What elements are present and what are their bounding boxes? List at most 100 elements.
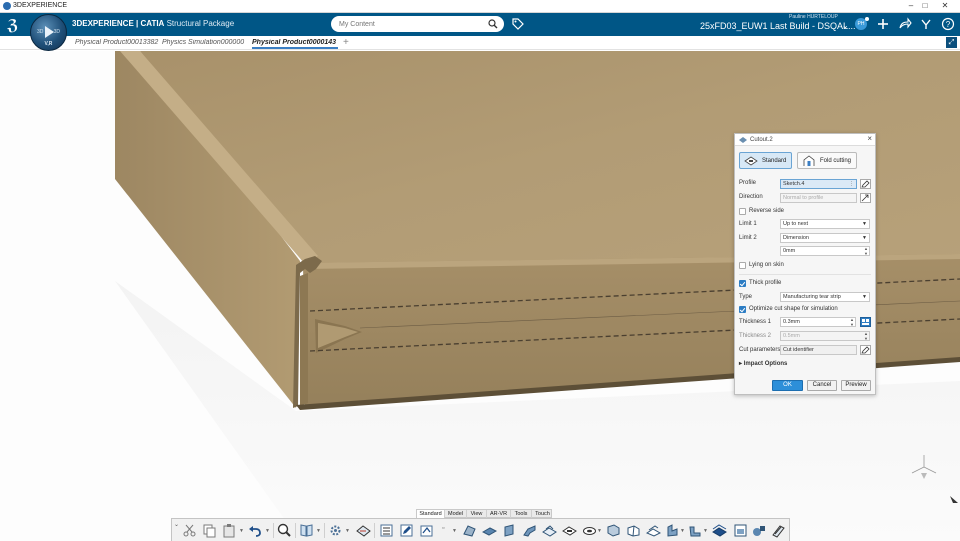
bend-icon[interactable]	[522, 523, 537, 538]
settings-icon[interactable]	[328, 523, 343, 538]
thickness-link-button[interactable]	[860, 317, 871, 327]
hem-icon[interactable]	[502, 523, 517, 538]
edit-cut-parameters-button[interactable]	[860, 345, 871, 355]
publish-icon[interactable]	[771, 523, 786, 538]
section-tab-view[interactable]: View	[467, 510, 487, 518]
stamp-icon[interactable]	[542, 523, 557, 538]
preview-button[interactable]: Preview	[841, 380, 871, 391]
standard-mode-label: Standard	[762, 158, 787, 164]
add-tab-button[interactable]: +	[343, 37, 349, 48]
chevron-down-icon[interactable]: ▼	[597, 528, 602, 534]
help-icon[interactable]: ?	[941, 17, 955, 31]
optimize-checkbox[interactable]	[739, 306, 746, 313]
chevron-down-icon[interactable]: ▼	[680, 528, 685, 534]
section-tab-touch[interactable]: Touch	[532, 510, 553, 518]
ok-button[interactable]: OK	[772, 380, 803, 391]
type-select[interactable]: Manufacturing tear strip ▼	[780, 292, 870, 302]
chevron-down-icon[interactable]: ▼	[345, 528, 350, 534]
zoom-fit-icon[interactable]	[277, 523, 292, 538]
cutout-tool-icon[interactable]	[562, 523, 577, 538]
sketch-icon[interactable]	[419, 523, 434, 538]
fullscreen-button[interactable]: ⤢	[946, 37, 957, 48]
chevron-down-icon[interactable]: ▼	[239, 528, 244, 534]
ds-logo[interactable]: ℨ	[7, 16, 18, 34]
dialog-titlebar[interactable]: Cutout.2 ×	[735, 134, 875, 146]
thickness2-input[interactable]: 0.5mm ▲ ▼	[780, 331, 870, 341]
chevron-down-icon[interactable]: ▼	[265, 528, 270, 534]
search-icon[interactable]	[488, 19, 498, 29]
section-tab-model[interactable]: Model	[445, 510, 467, 518]
tab-physical-product-1[interactable]: Physical Product00013382	[75, 39, 159, 46]
thickness1-input[interactable]: 0.3mm ▲ ▼	[780, 317, 856, 327]
unfold-icon[interactable]	[606, 523, 621, 538]
measure-icon[interactable]	[356, 523, 371, 538]
chevron-down-icon: ▼	[862, 235, 867, 241]
reverse-side-checkbox[interactable]	[739, 208, 746, 215]
thick-profile-checkbox[interactable]	[739, 280, 746, 287]
tree-icon[interactable]	[379, 523, 394, 538]
edit-icon[interactable]	[399, 523, 414, 538]
compass-widget[interactable]: 3D 3D V,R	[30, 14, 67, 51]
paste-icon[interactable]	[222, 523, 237, 538]
section-tab-standard[interactable]: Standard	[417, 510, 445, 518]
chevron-down-icon[interactable]: ▼	[316, 528, 321, 534]
add-icon[interactable]	[876, 17, 890, 31]
play-icon	[45, 26, 54, 38]
flatten-icon[interactable]	[646, 523, 661, 538]
copy-icon[interactable]	[202, 523, 217, 538]
cut-icon[interactable]	[182, 523, 197, 538]
stepper-arrows-icon[interactable]: ▲ ▼	[850, 318, 854, 326]
section-tab-ar-vr[interactable]: AR-VR	[487, 510, 511, 518]
standard-mode-button[interactable]: Standard	[739, 152, 792, 169]
cut-parameters-field[interactable]: Cut identifier	[780, 345, 857, 355]
impact-options-toggle[interactable]: ▸ Impact Options	[739, 360, 787, 367]
pattern-icon[interactable]	[712, 523, 727, 538]
tag-icon[interactable]	[511, 17, 525, 31]
drawing-icon[interactable]	[733, 523, 748, 538]
corner-relief-icon[interactable]	[665, 523, 680, 538]
fold-icon[interactable]	[626, 523, 641, 538]
undo-icon[interactable]	[248, 523, 263, 538]
stepper-arrows-icon[interactable]: ▲ ▼	[864, 247, 868, 255]
point-icon[interactable]: ▫	[442, 525, 444, 532]
chevron-down-icon[interactable]: ⌄	[842, 21, 849, 30]
fold-cutting-mode-button[interactable]: Fold cutting	[797, 152, 857, 169]
close-window-button[interactable]: ✕	[939, 1, 951, 10]
limit2-select[interactable]: Dimension ▼	[780, 233, 870, 243]
cut-parameters-label: Cut parameters	[739, 347, 781, 353]
joggle-icon[interactable]	[688, 523, 703, 538]
analysis-icon[interactable]	[752, 523, 767, 538]
direction-button[interactable]	[860, 193, 871, 203]
avatar[interactable]: PH	[855, 17, 869, 30]
edit-sketch-button[interactable]	[860, 179, 871, 189]
chevron-down-icon[interactable]: ⌄	[174, 521, 179, 528]
window-title: 3DEXPERIENCE	[13, 2, 68, 9]
more-icon: ⋮	[849, 181, 854, 187]
compass-version: V,R	[44, 41, 53, 47]
limit2-dimension-input[interactable]: 0mm ▲ ▼	[780, 246, 870, 256]
tab-physical-product-active[interactable]: Physical Product0000143	[252, 39, 338, 49]
standard-cutout-icon	[744, 156, 758, 166]
search-input[interactable]	[339, 18, 479, 30]
cancel-button[interactable]: Cancel	[807, 380, 837, 391]
chevron-down-icon: ▼	[862, 221, 867, 227]
flange-icon[interactable]	[482, 523, 497, 538]
section-tabs: Standard Model View AR-VR Tools Touch	[416, 509, 552, 518]
share-icon[interactable]	[898, 17, 912, 31]
limit1-select[interactable]: Up to next ▼	[780, 219, 870, 229]
profile-field[interactable]: Sketch.4 ⋮	[780, 179, 857, 189]
close-icon[interactable]: ×	[867, 134, 872, 143]
maximize-button[interactable]: □	[919, 1, 931, 10]
direction-field[interactable]: Normal to profile	[780, 193, 857, 203]
tab-physics-simulation[interactable]: Physics Simulation000000	[162, 39, 246, 46]
lying-on-skin-checkbox[interactable]	[739, 262, 746, 269]
chevron-down-icon[interactable]: ▼	[703, 528, 708, 534]
tools-icon[interactable]	[919, 17, 933, 31]
book-icon[interactable]	[299, 523, 314, 538]
section-tab-tools[interactable]: Tools	[511, 510, 532, 518]
collaborative-space-selector[interactable]: 25xFD03_EUW1 Last Build - DSQAL...	[700, 21, 856, 31]
sheet-metal-wall-icon[interactable]	[462, 523, 477, 538]
chevron-down-icon[interactable]: ▼	[452, 528, 457, 534]
hole-icon[interactable]	[582, 523, 597, 538]
minimize-button[interactable]: –	[905, 1, 917, 10]
